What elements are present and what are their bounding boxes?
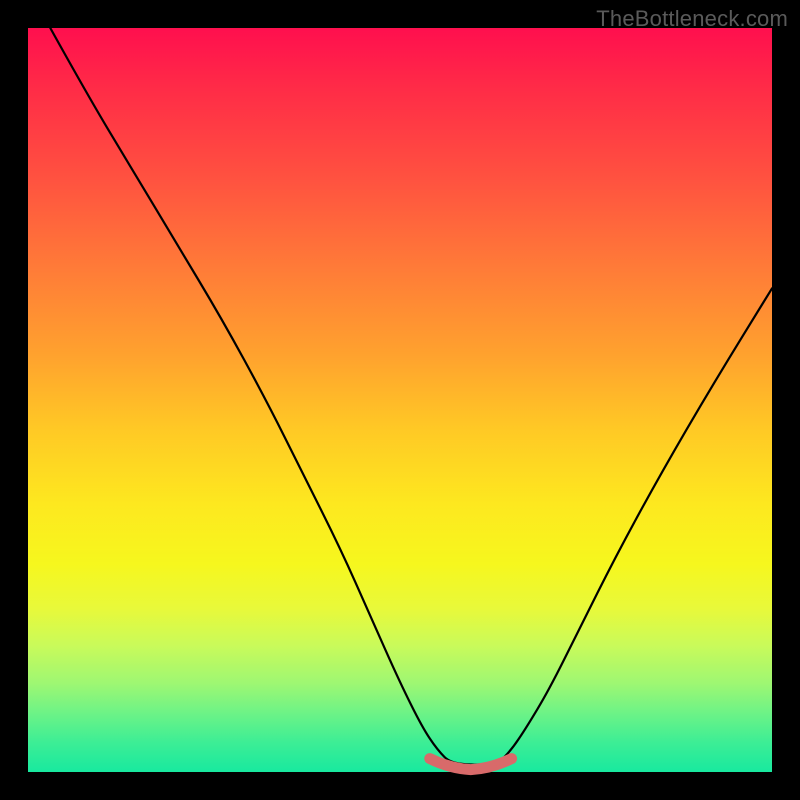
plot-area [28,28,772,772]
curve-layer [28,28,772,772]
bottleneck-curve [50,28,772,765]
chart-frame: TheBottleneck.com [0,0,800,800]
trough-marker [430,759,512,770]
